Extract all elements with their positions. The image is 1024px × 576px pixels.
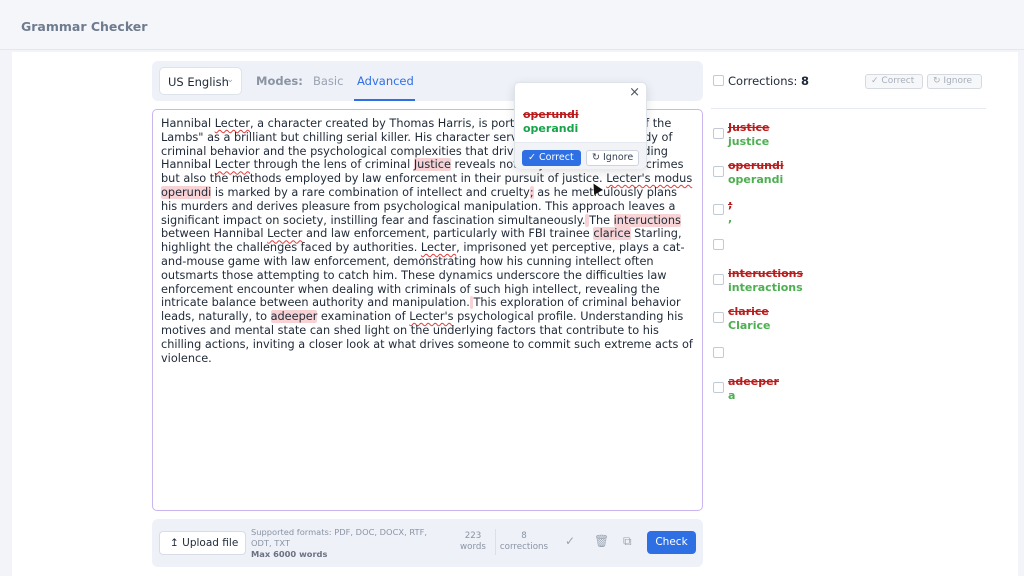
correction-checkbox[interactable] xyxy=(713,382,724,393)
corrections-count-value: 8 xyxy=(521,531,527,541)
tab-basic[interactable]: Basic xyxy=(313,74,343,88)
corrections-title-label: Corrections: xyxy=(728,74,798,88)
copy-icon[interactable]: ⧉ xyxy=(623,534,632,549)
top-bar: Grammar Checker xyxy=(0,0,1024,50)
correction-checkbox[interactable] xyxy=(713,204,724,215)
correction-checkbox[interactable] xyxy=(713,312,724,323)
ignore-icon: ↻ xyxy=(592,152,600,163)
accept-all-icon[interactable]: ✓ xyxy=(565,534,575,548)
correction-suggestion[interactable]: justice xyxy=(728,135,769,148)
correct-label: Correct xyxy=(539,152,574,163)
sidebar-ignore-label: Ignore xyxy=(943,76,973,86)
correction-original: Justice xyxy=(728,121,770,134)
correction-suggestion[interactable]: interactions xyxy=(728,281,803,294)
correction-original: inteructions xyxy=(728,267,804,280)
correction-checkbox[interactable] xyxy=(713,239,724,250)
correction-suggestion[interactable]: a xyxy=(728,389,735,402)
close-icon[interactable]: × xyxy=(629,85,640,100)
correction-suggestion[interactable]: Clarice xyxy=(728,319,770,332)
corrections-title-count: 8 xyxy=(801,74,810,88)
active-tab-indicator xyxy=(354,99,415,101)
sidebar-divider xyxy=(711,108,986,109)
sidebar-correct-label: Correct xyxy=(881,76,915,86)
check-icon: ✓ xyxy=(871,76,879,86)
language-label: US English xyxy=(168,75,229,89)
correction-checkbox[interactable] xyxy=(713,274,724,285)
popup-original-word: operundi xyxy=(523,108,579,121)
correction-suggestion[interactable]: operandi xyxy=(728,173,783,186)
popup-suggestion-word[interactable]: operandi xyxy=(523,122,578,135)
word-count: 223 words xyxy=(452,531,494,553)
max-words: Max 6000 words xyxy=(251,549,328,559)
error-highlight[interactable]: clarice xyxy=(593,227,631,241)
error-highlight[interactable]: operundi xyxy=(161,185,212,199)
error-highlight[interactable]: adeeper xyxy=(270,310,318,324)
correction-original: adeeper xyxy=(728,375,779,388)
correction-original: clarice xyxy=(728,305,769,318)
formats-text: Supported formats: PDF, DOC, DOCX, RTF, … xyxy=(251,527,427,548)
popup-correct-button[interactable]: ✓ Correct xyxy=(522,150,581,166)
word-count-value: 223 xyxy=(464,531,482,541)
text-editor[interactable]: Hannibal Lecter, a character created by … xyxy=(152,109,703,511)
tab-advanced[interactable]: Advanced xyxy=(357,74,414,88)
popup-ignore-button[interactable]: ↻ Ignore xyxy=(586,150,639,166)
upload-file-button[interactable]: ↥ Upload file xyxy=(159,531,246,555)
correction-checkbox[interactable] xyxy=(713,347,724,358)
editor-footer: ↥ Upload file Supported formats: PDF, DO… xyxy=(152,519,703,567)
error-highlight[interactable]: ; xyxy=(529,185,534,199)
word-count-label: words xyxy=(460,542,486,552)
correction-suggestion[interactable]: , xyxy=(728,212,732,225)
sidebar-correct-button[interactable]: ✓ Correct xyxy=(865,74,923,89)
sidebar-ignore-button[interactable]: ↻ Ignore xyxy=(927,74,982,89)
language-select[interactable]: US English ⌄ xyxy=(159,67,242,95)
error-highlight[interactable]: inteructions xyxy=(613,213,681,227)
check-icon: ✓ xyxy=(528,152,536,163)
select-all-checkbox[interactable] xyxy=(713,75,724,86)
trash-icon[interactable]: 🗑 xyxy=(594,534,609,548)
modes-label: Modes: xyxy=(256,74,303,88)
popup-actions: ✓ Correct ↻ Ignore xyxy=(515,142,646,169)
correction-original: ; xyxy=(728,198,733,211)
corrections-count: 8 corrections xyxy=(496,531,552,553)
chevron-down-icon: ⌄ xyxy=(226,75,234,85)
correction-original: operundi xyxy=(728,159,784,172)
correction-checkbox[interactable] xyxy=(713,166,724,177)
check-button[interactable]: Check xyxy=(647,531,696,554)
upload-icon: ↥ xyxy=(170,537,179,549)
error-highlight[interactable]: Justice xyxy=(413,158,451,172)
correction-checkbox[interactable] xyxy=(713,128,724,139)
suggestion-popup: × operundi operandi ✓ Correct ↻ Ignore xyxy=(514,82,647,169)
ignore-label: Ignore xyxy=(603,152,634,163)
supported-formats: Supported formats: PDF, DOC, DOCX, RTF, … xyxy=(251,527,431,560)
corrections-title: Corrections: 8 xyxy=(728,74,809,88)
ignore-icon: ↻ xyxy=(933,76,941,86)
app-title: Grammar Checker xyxy=(21,19,148,34)
corrections-count-label: corrections xyxy=(499,542,549,552)
upload-label: Upload file xyxy=(182,537,239,549)
